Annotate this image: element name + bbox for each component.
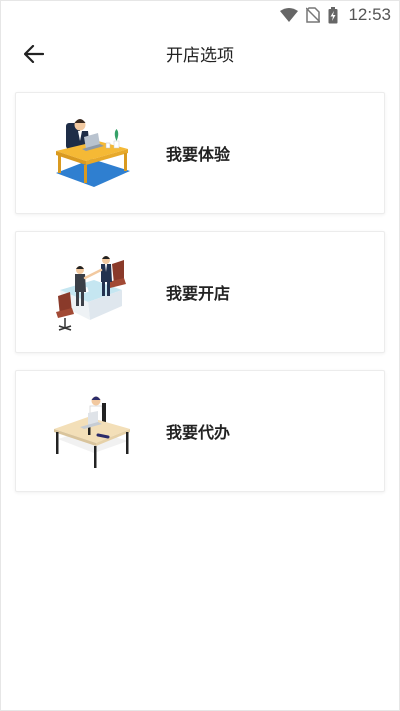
option-list: 我要体验 我要开店 我要代办: [15, 92, 385, 509]
wifi-icon: [280, 8, 299, 22]
status-time: 12:53: [348, 5, 391, 24]
option-card-open-store[interactable]: 我要开店: [15, 231, 385, 353]
arrow-left-icon: [24, 45, 44, 63]
app-screen: 12:53 开店选项 我要体验 我要开店 我要代办: [0, 0, 400, 711]
app-bar: 开店选项: [1, 29, 399, 77]
no-sim-icon: [306, 7, 321, 23]
option-label: 我要开店: [166, 284, 231, 303]
option-label: 我要代办: [166, 423, 231, 442]
status-bar: 12:53: [1, 1, 399, 29]
battery-charging-icon: [328, 6, 338, 24]
page-title: 开店选项: [166, 45, 234, 66]
person-at-desk-illustration: [50, 111, 134, 195]
person-at-laptop-illustration: [50, 389, 134, 473]
option-card-experience[interactable]: 我要体验: [15, 92, 385, 214]
back-button[interactable]: [19, 39, 49, 69]
option-card-agent-service[interactable]: 我要代办: [15, 370, 385, 492]
business-meeting-illustration: [50, 250, 134, 334]
option-label: 我要体验: [166, 145, 231, 164]
